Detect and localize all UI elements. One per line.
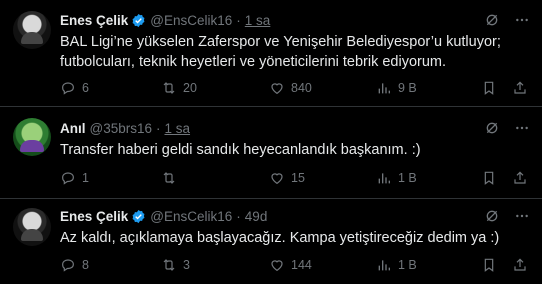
like-icon <box>271 83 283 95</box>
bookmark-icon <box>484 171 494 185</box>
timestamp[interactable]: 49d <box>245 209 268 224</box>
tweet[interactable]: Enes Çelik @EnsCelik16 · 1 sa BAL Ligi’n… <box>0 0 542 106</box>
views-count: 9 B <box>398 81 417 95</box>
share-button[interactable] <box>512 80 528 96</box>
avatar[interactable] <box>13 208 51 246</box>
tweet-header-actions <box>484 208 530 224</box>
tweet-text: BAL Ligi’ne yükselen Zaferspor ve Yenişe… <box>60 34 501 70</box>
views-icon <box>378 173 390 184</box>
reply-button[interactable]: 1 <box>60 170 89 186</box>
tweet-text: Transfer haberi geldi sandık heyecanland… <box>60 142 421 158</box>
retweet-icon <box>163 259 175 271</box>
more-icon[interactable] <box>514 208 530 224</box>
like-count: 840 <box>291 81 312 95</box>
views-count: 1 B <box>398 258 417 272</box>
like-count: 15 <box>291 171 305 185</box>
action-bar: 6 20 840 9 B <box>60 80 530 98</box>
share-icon <box>514 81 526 94</box>
views-icon <box>378 83 390 94</box>
avatar[interactable] <box>13 118 51 156</box>
grok-icon[interactable] <box>484 208 500 224</box>
like-count: 144 <box>291 258 312 272</box>
bookmark-icon <box>484 81 494 95</box>
author-name[interactable]: Anıl <box>60 121 86 136</box>
reply-icon <box>62 82 74 95</box>
reply-button[interactable]: 6 <box>60 80 89 96</box>
more-icon[interactable] <box>514 12 530 28</box>
like-icon <box>271 260 283 272</box>
tweet-header-actions <box>484 120 530 136</box>
views-button[interactable]: 9 B <box>376 80 417 96</box>
action-bar: 8 3 144 1 B <box>60 257 530 275</box>
separator: · <box>156 120 161 136</box>
verified-badge-icon <box>132 13 145 27</box>
views-count: 1 B <box>398 171 417 185</box>
reply-count: 8 <box>82 258 89 272</box>
tweet-header-actions <box>484 12 530 28</box>
retweet-count: 20 <box>183 81 197 95</box>
share-button[interactable] <box>512 257 528 273</box>
action-bar: 1 15 1 B <box>60 170 530 188</box>
like-icon <box>271 173 283 185</box>
author-handle[interactable]: @EnsCelik16 <box>150 13 232 28</box>
share-button[interactable] <box>512 170 528 186</box>
author-name[interactable]: Enes Çelik <box>60 209 128 224</box>
separator: · <box>236 12 241 28</box>
bookmark-button[interactable] <box>481 80 497 96</box>
author-name[interactable]: Enes Çelik <box>60 13 128 28</box>
retweet-button[interactable]: 3 <box>161 257 190 273</box>
bookmark-button[interactable] <box>481 257 497 273</box>
bookmark-icon <box>484 258 494 272</box>
reply-button[interactable]: 8 <box>60 257 89 273</box>
like-button[interactable]: 840 <box>269 80 312 96</box>
reply-count: 1 <box>82 171 89 185</box>
reply-icon <box>62 259 74 272</box>
bookmark-button[interactable] <box>481 170 497 186</box>
share-icon <box>514 258 526 271</box>
timestamp[interactable]: 1 sa <box>245 13 271 28</box>
views-button[interactable]: 1 B <box>376 170 417 186</box>
tweet[interactable]: Enes Çelik @EnsCelik16 · 49d Az kaldı, a… <box>0 198 542 284</box>
tweet-header: Enes Çelik @EnsCelik16 · 49d <box>60 207 267 225</box>
tweet[interactable]: Anıl @35brs16 · 1 sa Transfer haberi gel… <box>0 106 542 199</box>
tweet-header: Enes Çelik @EnsCelik16 · 1 sa <box>60 11 270 29</box>
tweet-text: Az kaldı, açıklamaya başlayacağız. Kampa… <box>60 230 500 246</box>
reply-icon <box>62 172 74 185</box>
avatar[interactable] <box>13 11 51 49</box>
retweet-icon <box>163 172 175 184</box>
timestamp[interactable]: 1 sa <box>165 121 191 136</box>
share-icon <box>514 171 526 184</box>
author-handle[interactable]: @35brs16 <box>90 121 153 136</box>
like-button[interactable]: 144 <box>269 257 312 273</box>
like-button[interactable]: 15 <box>269 170 305 186</box>
verified-badge-icon <box>132 209 145 223</box>
retweet-button[interactable]: 20 <box>161 80 197 96</box>
tweet-thread: Enes Çelik @EnsCelik16 · 1 sa BAL Ligi’n… <box>0 0 542 283</box>
views-icon <box>378 260 390 271</box>
grok-icon[interactable] <box>484 120 500 136</box>
reply-count: 6 <box>82 81 89 95</box>
more-icon[interactable] <box>514 120 530 136</box>
tweet-header: Anıl @35brs16 · 1 sa <box>60 119 190 137</box>
separator: · <box>236 208 241 224</box>
grok-icon[interactable] <box>484 12 500 28</box>
author-handle[interactable]: @EnsCelik16 <box>150 209 232 224</box>
retweet-count: 3 <box>183 258 190 272</box>
retweet-icon <box>163 82 175 94</box>
retweet-button[interactable] <box>161 170 183 186</box>
views-button[interactable]: 1 B <box>376 257 417 273</box>
